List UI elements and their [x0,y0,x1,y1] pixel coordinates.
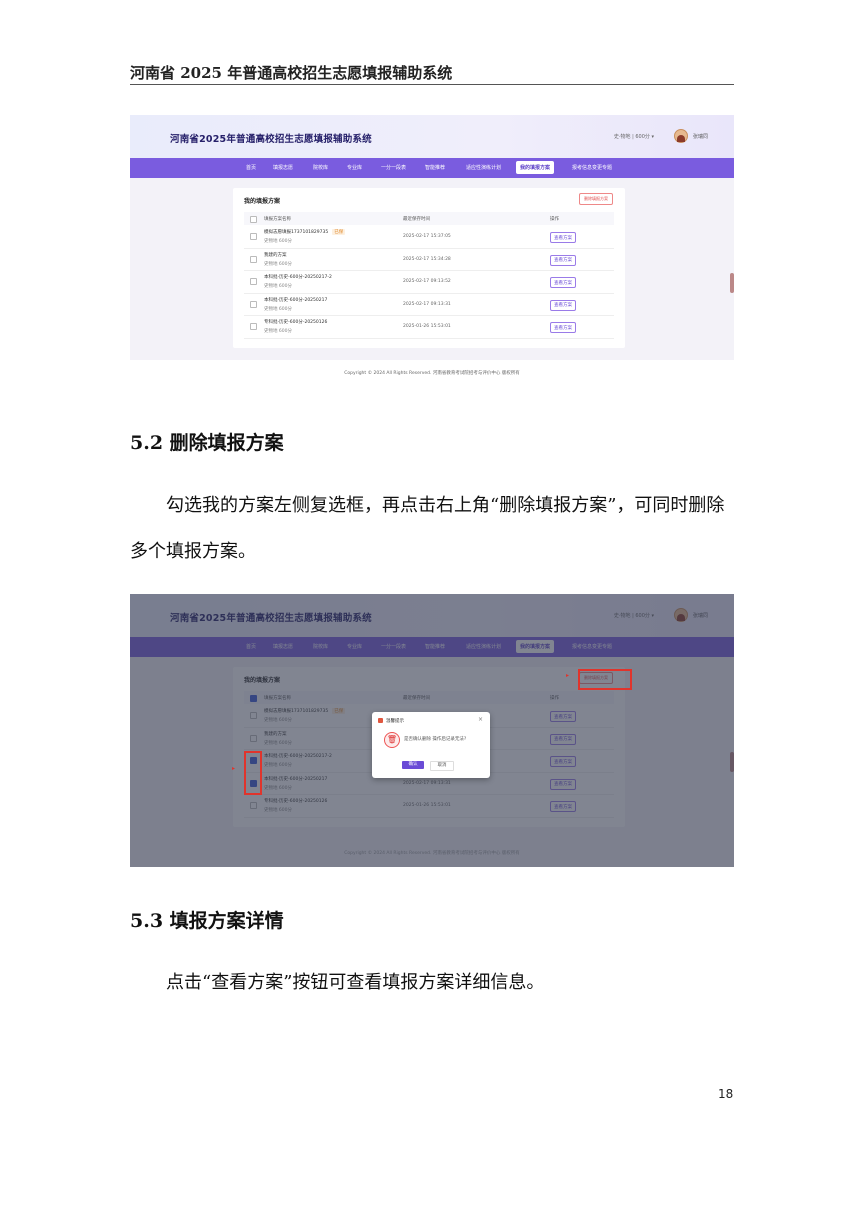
plan-subjects: 史物地 600分 [264,284,293,289]
scrollbar[interactable] [730,273,734,293]
view-plan-button[interactable]: 查看方案 [550,299,576,311]
app-title: 河南省2025年普通高校招生志愿填报辅助系统 [170,134,372,145]
plan-saved-time: 2025-02-17 15:37:05 [403,234,451,239]
dialog-title: 温馨提示 [386,719,404,724]
view-plan-button[interactable]: 查看方案 [550,322,576,333]
section-paragraph-5-2: 勾选我的方案左侧复选框，再点击右上角“删除填报方案”，可同时删除多个填报方案。 [130,495,725,562]
confirm-button[interactable]: 确认 [402,761,424,769]
table-row: 模拟志愿填报1737101829735已保 史物地 600分 2025-02-1… [244,226,614,249]
page-number: 18 [718,1087,734,1101]
arrow-icon: ▸ [232,765,236,772]
confirm-dialog: 温馨提示 × 🗑 是否确认删除 操作后记录无法? 确认 取消 [372,712,490,778]
nav-college-db[interactable]: 院校库 [313,164,328,171]
view-plan-button[interactable]: 查看方案 [550,254,576,266]
view-plan-button[interactable]: 查看方案 [550,232,576,243]
plan-name: 本科批-历史-600分-20250217 [264,297,328,303]
section-heading-5-3: 5.3 填报方案详情 [130,910,284,932]
row-checkbox[interactable] [250,278,257,285]
cancel-button[interactable]: 取消 [430,761,454,771]
col-actions: 操作 [550,217,559,222]
nav-practice-plan[interactable]: 适应性演练计划 [466,164,501,171]
row-checkbox[interactable] [250,233,257,240]
status-badge: 已保 [332,229,346,235]
col-saved-time: 最近保存时间 [403,217,430,222]
app-nav: 首页 填报志愿 院校库 专业库 一分一段表 智能推荐 适应性演练计划 我的填报方… [130,158,734,178]
card-title: 我的填报方案 [244,198,281,205]
username[interactable]: 张瑞同 [693,133,708,140]
nav-score-rank[interactable]: 一分一段表 [381,164,406,171]
table-row: 本科批-历史-600分-20250217 史物地 600分 2025-02-17… [244,294,614,316]
row-checkbox[interactable] [250,300,257,308]
nav-major-db[interactable]: 专业库 [347,164,362,171]
plan-saved-time: 2025-02-17 15:34:28 [403,256,451,262]
plan-saved-time: 2025-02-17 09:13:31 [403,301,451,307]
arrow-icon: ▸ [566,672,570,679]
nav-smart-recommend[interactable]: 智能推荐 [425,164,445,171]
plans-card: 我的填报方案 删除填报方案 填报方案名称 最近保存时间 操作 模拟志愿填报173… [233,188,625,348]
nav-info-change[interactable]: 报考信息变更专题 [572,164,612,171]
select-all-checkbox[interactable] [250,216,257,223]
user-score-selector[interactable]: 史·物地 | 600分 ▾ [614,133,654,140]
section-heading-5-2: 5.2 删除填报方案 [130,432,284,454]
plan-subjects: 史物地 600分 [264,306,293,312]
col-plan-name: 填报方案名称 [264,217,291,222]
plan-name: 本科批-历史-600分-20250217-2 [264,275,332,280]
plan-name: 我建的方案 [264,252,287,258]
app-header: 河南省2025年普通高校招生志愿填报辅助系统 史·物地 | 600分 ▾ 张瑞同 [130,115,734,158]
document-header: 河南省 2025 年普通高校招生志愿填报辅助系统 [130,64,453,82]
plan-saved-time: 2025-01-26 15:53:01 [403,324,451,329]
plan-subjects: 史物地 600分 [264,239,293,244]
plan-subjects: 史物地 600分 [264,329,293,334]
warning-icon [378,718,383,723]
section-paragraph-5-3: 点击“查看方案”按钮可查看填报方案详细信息。 [166,972,545,993]
table-row: 专科批-历史-600分-20250126 史物地 600分 2025-01-26… [244,316,614,339]
table-header: 填报方案名称 最近保存时间 操作 [244,212,614,225]
screenshot-my-plans: 河南省2025年普通高校招生志愿填报辅助系统 史·物地 | 600分 ▾ 张瑞同… [130,115,734,360]
plan-name: 专科批-历史-600分-20250126 [264,320,328,325]
view-plan-button[interactable]: 查看方案 [550,277,576,288]
copyright-text: Copyright © 2024 All Rights Reserved. 河南… [344,371,520,376]
delete-plan-button[interactable]: 删除填报方案 [579,193,613,205]
header-rule [130,84,734,85]
plans-table-body: 模拟志愿填报1737101829735已保 史物地 600分 2025-02-1… [244,226,614,339]
row-checkbox[interactable] [250,323,257,330]
plan-subjects: 史物地 600分 [264,261,293,267]
table-row: 我建的方案 史物地 600分 2025-02-17 15:34:28 查看方案 [244,249,614,271]
nav-my-plans[interactable]: 我的填报方案 [516,161,555,174]
table-row: 本科批-历史-600分-20250217-2 史物地 600分 2025-02-… [244,271,614,294]
plan-saved-time: 2025-02-17 09:13:52 [403,279,451,284]
dialog-message: 是否确认删除 操作后记录无法? [404,737,467,742]
highlight-delete-button [578,669,632,690]
nav-fill-volunteer[interactable]: 填报志愿 [273,164,293,171]
nav-home[interactable]: 首页 [246,164,256,171]
highlight-checkboxes [244,751,262,795]
screenshot-delete-confirm: 河南省2025年普通高校招生志愿填报辅助系统 史·物地 | 600分 ▾ 张瑞同… [130,594,734,867]
plan-name: 模拟志愿填报1737101829735 [264,230,329,235]
close-icon[interactable]: × [478,716,483,723]
trash-icon: 🗑 [384,732,400,748]
row-checkbox[interactable] [250,255,257,263]
avatar[interactable] [674,129,688,143]
